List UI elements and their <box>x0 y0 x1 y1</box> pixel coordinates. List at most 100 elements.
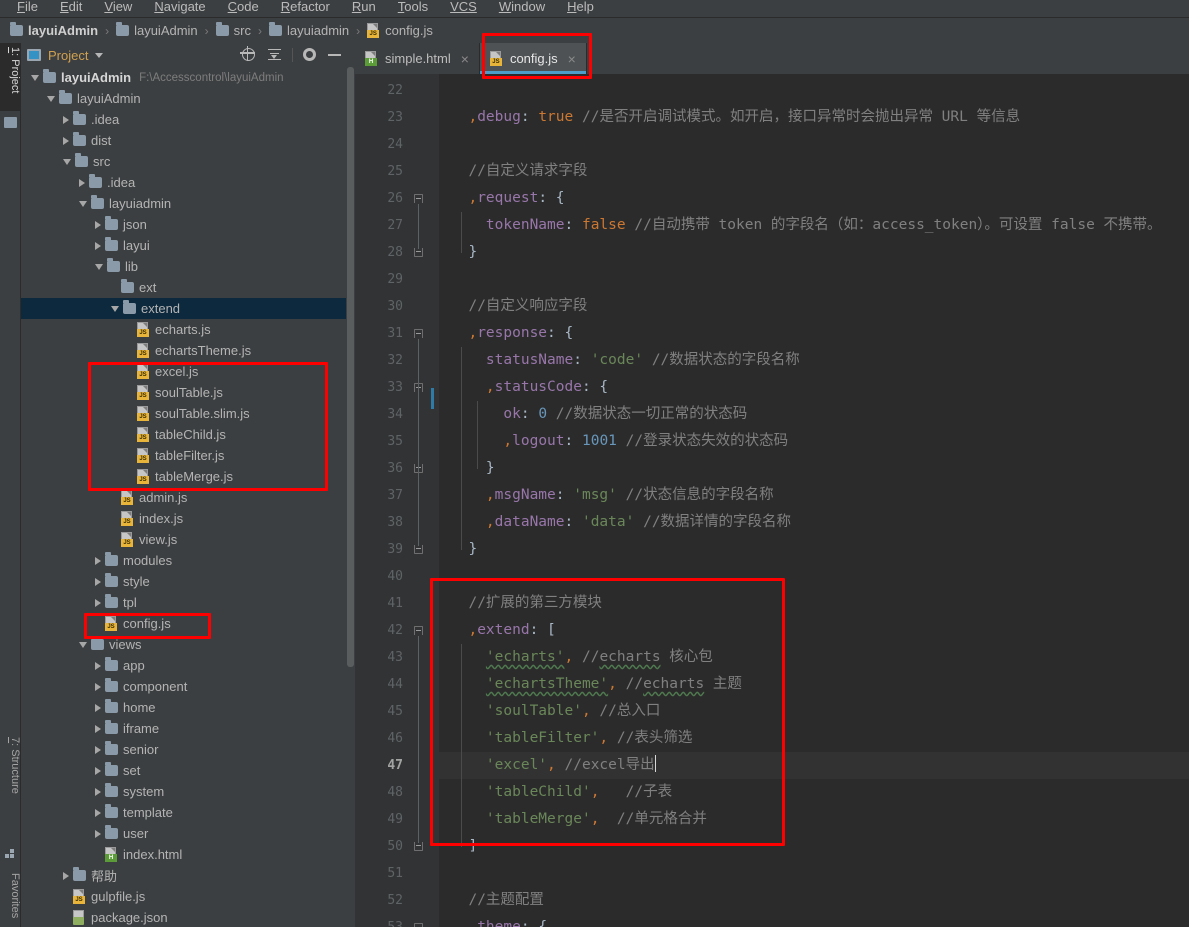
tree-toggle-closed-icon[interactable] <box>63 871 69 880</box>
tree-toggle-open-icon[interactable] <box>63 158 71 165</box>
menu-item-file[interactable]: File <box>6 0 49 14</box>
editor-tab-simple-html[interactable]: Hsimple.html × <box>355 43 480 74</box>
code-line[interactable] <box>439 266 460 293</box>
menu-item-run[interactable]: Run <box>341 0 387 14</box>
code-line[interactable]: //自定义响应字段 <box>439 293 587 320</box>
tree-folder-row[interactable]: app <box>21 655 355 676</box>
tree-file-row[interactable]: JS config.js <box>21 613 355 634</box>
sidebar-item-favorites[interactable]: Favorites <box>0 869 21 927</box>
tree-folder-row[interactable]: template <box>21 802 355 823</box>
tree-folder-row[interactable]: src <box>21 151 355 172</box>
code-line[interactable]: 'excel', //excel导出 <box>439 752 1189 779</box>
menu-item-window[interactable]: Window <box>488 0 556 14</box>
tree-file-row[interactable]: package.json <box>21 907 355 927</box>
tree-folder-row[interactable]: layuiAdmin <box>21 88 355 109</box>
hide-icon[interactable] <box>328 48 343 63</box>
sidebar-item-project[interactable]: 1: Project <box>0 43 21 111</box>
tree-file-row[interactable]: JS echarts.js <box>21 319 355 340</box>
tree-toggle-closed-icon[interactable] <box>95 598 101 607</box>
menu-item-refactor[interactable]: Refactor <box>270 0 341 14</box>
code-line[interactable]: ] <box>439 833 477 860</box>
breadcrumb-item-layuiAdmin[interactable]: layuiAdmin <box>10 22 98 38</box>
tree-toggle-closed-icon[interactable] <box>63 115 69 124</box>
code-fold-top-icon[interactable] <box>414 329 423 338</box>
tree-folder-row[interactable]: 帮助 <box>21 865 355 886</box>
sidebar-item-structure[interactable]: 7: Structure <box>0 733 21 828</box>
code-line[interactable]: ,response: { <box>439 320 573 347</box>
tree-file-row[interactable]: JS excel.js <box>21 361 355 382</box>
tree-toggle-open-icon[interactable] <box>79 200 87 207</box>
code-line[interactable]: ,extend: [ <box>439 617 555 644</box>
tree-file-row[interactable]: JS soulTable.slim.js <box>21 403 355 424</box>
code-line[interactable]: } <box>439 455 495 482</box>
tree-folder-row[interactable]: tpl <box>21 592 355 613</box>
tree-toggle-open-icon[interactable] <box>47 95 55 102</box>
code-line[interactable]: //扩展的第三方模块 <box>439 590 601 617</box>
close-icon[interactable]: × <box>568 51 576 67</box>
tree-file-row[interactable]: JS soulTable.js <box>21 382 355 403</box>
tree-folder-row[interactable]: .idea <box>21 109 355 130</box>
tree-folder-row[interactable]: modules <box>21 550 355 571</box>
tree-file-row[interactable]: JS tableFilter.js <box>21 445 355 466</box>
tree-folder-row[interactable]: lib <box>21 256 355 277</box>
tree-folder-row[interactable]: layui <box>21 235 355 256</box>
tree-toggle-closed-icon[interactable] <box>95 220 101 229</box>
code-line[interactable]: //主题配置 <box>439 887 543 914</box>
breadcrumb-item-src[interactable]: src <box>215 22 251 38</box>
code-line[interactable] <box>439 563 460 590</box>
tree-toggle-closed-icon[interactable] <box>95 808 101 817</box>
tree-toggle-open-icon[interactable] <box>111 305 119 312</box>
close-icon[interactable]: × <box>461 51 469 67</box>
code-line[interactable]: } <box>439 239 477 266</box>
tree-folder-row[interactable]: .idea <box>21 172 355 193</box>
tree-toggle-open-icon[interactable] <box>95 263 103 270</box>
editor-tab-config-js[interactable]: JS config.js × <box>479 43 587 74</box>
tree-folder-row[interactable]: views <box>21 634 355 655</box>
collapse-all-icon[interactable] <box>267 48 282 63</box>
code-line[interactable]: ,debug: true //是否开启调试模式。如开启，接口异常时会抛出异常 U… <box>439 104 1020 131</box>
code-line[interactable]: } <box>439 536 477 563</box>
menu-item-vcs[interactable]: VCS <box>439 0 488 14</box>
breadcrumb-item-config-js[interactable]: JS config.js <box>367 23 433 38</box>
code-line[interactable]: ,msgName: 'msg' //状态信息的字段名称 <box>439 482 774 509</box>
menu-item-help[interactable]: Help <box>556 0 605 14</box>
tree-toggle-closed-icon[interactable] <box>95 745 101 754</box>
menu-item-edit[interactable]: Edit <box>49 0 93 14</box>
code-fold-bot-icon[interactable] <box>414 545 423 554</box>
code-content[interactable]: ,debug: true //是否开启调试模式。如开启，接口异常时会抛出异常 U… <box>439 74 1189 927</box>
code-line[interactable]: 'tableMerge', //单元格合并 <box>439 806 707 833</box>
tree-folder-row[interactable]: dist <box>21 130 355 151</box>
code-line[interactable]: 'echartsTheme', //echarts 主题 <box>439 671 742 698</box>
tree-toggle-closed-icon[interactable] <box>79 178 85 187</box>
tree-folder-row[interactable]: style <box>21 571 355 592</box>
tree-toggle-closed-icon[interactable] <box>95 241 101 250</box>
tree-file-row[interactable]: JS gulpfile.js <box>21 886 355 907</box>
tree-folder-row[interactable]: ext <box>21 277 355 298</box>
code-line[interactable]: 'tableFilter', //表头筛选 <box>439 725 692 752</box>
project-tree[interactable]: layuiAdmin F:\Accesscontrol\layuiAdmin lay… <box>21 67 355 927</box>
code-line[interactable] <box>439 77 460 104</box>
tree-toggle-open-icon[interactable] <box>79 641 87 648</box>
code-line[interactable] <box>439 860 460 887</box>
tree-toggle-closed-icon[interactable] <box>63 136 69 145</box>
code-line[interactable]: ,dataName: 'data' //数据详情的字段名称 <box>439 509 791 536</box>
breadcrumb-item-layuiAdmin[interactable]: layuiAdmin <box>116 22 198 38</box>
tree-file-row[interactable]: JS view.js <box>21 529 355 550</box>
code-fold-bot-icon[interactable] <box>414 248 423 257</box>
code-line[interactable]: //自定义请求字段 <box>439 158 587 185</box>
tree-folder-row[interactable]: layuiAdmin F:\Accesscontrol\layuiAdmin <box>21 67 355 88</box>
breadcrumb-item-layuiadmin[interactable]: layuiadmin <box>269 22 349 38</box>
code-line[interactable]: 'echarts', //echarts 核心包 <box>439 644 713 671</box>
code-fold-top-icon[interactable] <box>414 194 423 203</box>
settings-gear-icon[interactable] <box>303 47 318 63</box>
tree-toggle-closed-icon[interactable] <box>95 682 101 691</box>
code-line[interactable]: ,theme: { <box>439 914 547 927</box>
tree-toggle-closed-icon[interactable] <box>95 787 101 796</box>
tree-folder-row[interactable]: system <box>21 781 355 802</box>
tree-toggle-closed-icon[interactable] <box>95 556 101 565</box>
tree-file-row[interactable]: JS tableMerge.js <box>21 466 355 487</box>
tree-toggle-closed-icon[interactable] <box>95 577 101 586</box>
tree-folder-row[interactable]: json <box>21 214 355 235</box>
code-line[interactable]: 'tableChild', //子表 <box>439 779 672 806</box>
code-line[interactable]: ,statusCode: { <box>439 374 608 401</box>
